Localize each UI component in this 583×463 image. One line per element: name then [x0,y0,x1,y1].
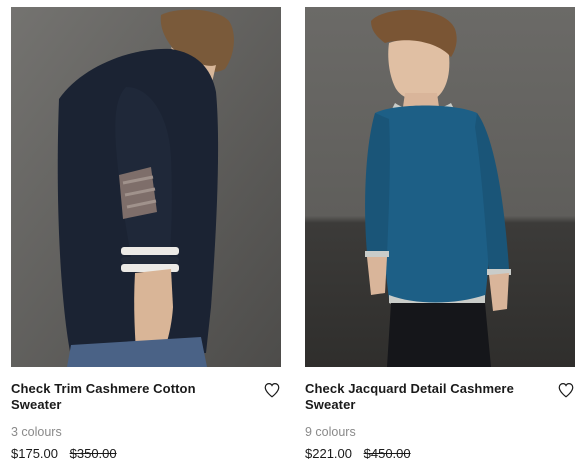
product-info: Check Jacquard Detail Cashmere Sweater 9… [305,381,575,462]
colour-count: 3 colours [11,425,62,439]
product-image[interactable] [305,7,575,367]
price-row: $175.00 $350.00 [11,446,281,462]
product-title[interactable]: Check Jacquard Detail Cashmere Sweater [305,381,535,413]
product-grid: Check Trim Cashmere Cotton Sweater 3 col… [0,0,583,463]
original-price: $350.00 [69,446,117,461]
heart-outline-icon[interactable] [263,381,281,399]
price-row: $221.00 $450.00 [305,446,575,462]
sale-price: $221.00 [305,446,352,461]
product-photo-navy-sweater [11,7,281,367]
original-price: $450.00 [363,446,411,461]
product-image[interactable] [11,7,281,367]
heart-outline-icon[interactable] [557,381,575,399]
sale-price: $175.00 [11,446,58,461]
product-card[interactable]: Check Jacquard Detail Cashmere Sweater 9… [305,7,575,462]
colour-count: 9 colours [305,425,356,439]
product-info: Check Trim Cashmere Cotton Sweater 3 col… [11,381,281,462]
product-card[interactable]: Check Trim Cashmere Cotton Sweater 3 col… [11,7,281,462]
product-photo-teal-sweater [305,7,575,367]
product-title[interactable]: Check Trim Cashmere Cotton Sweater [11,381,241,413]
